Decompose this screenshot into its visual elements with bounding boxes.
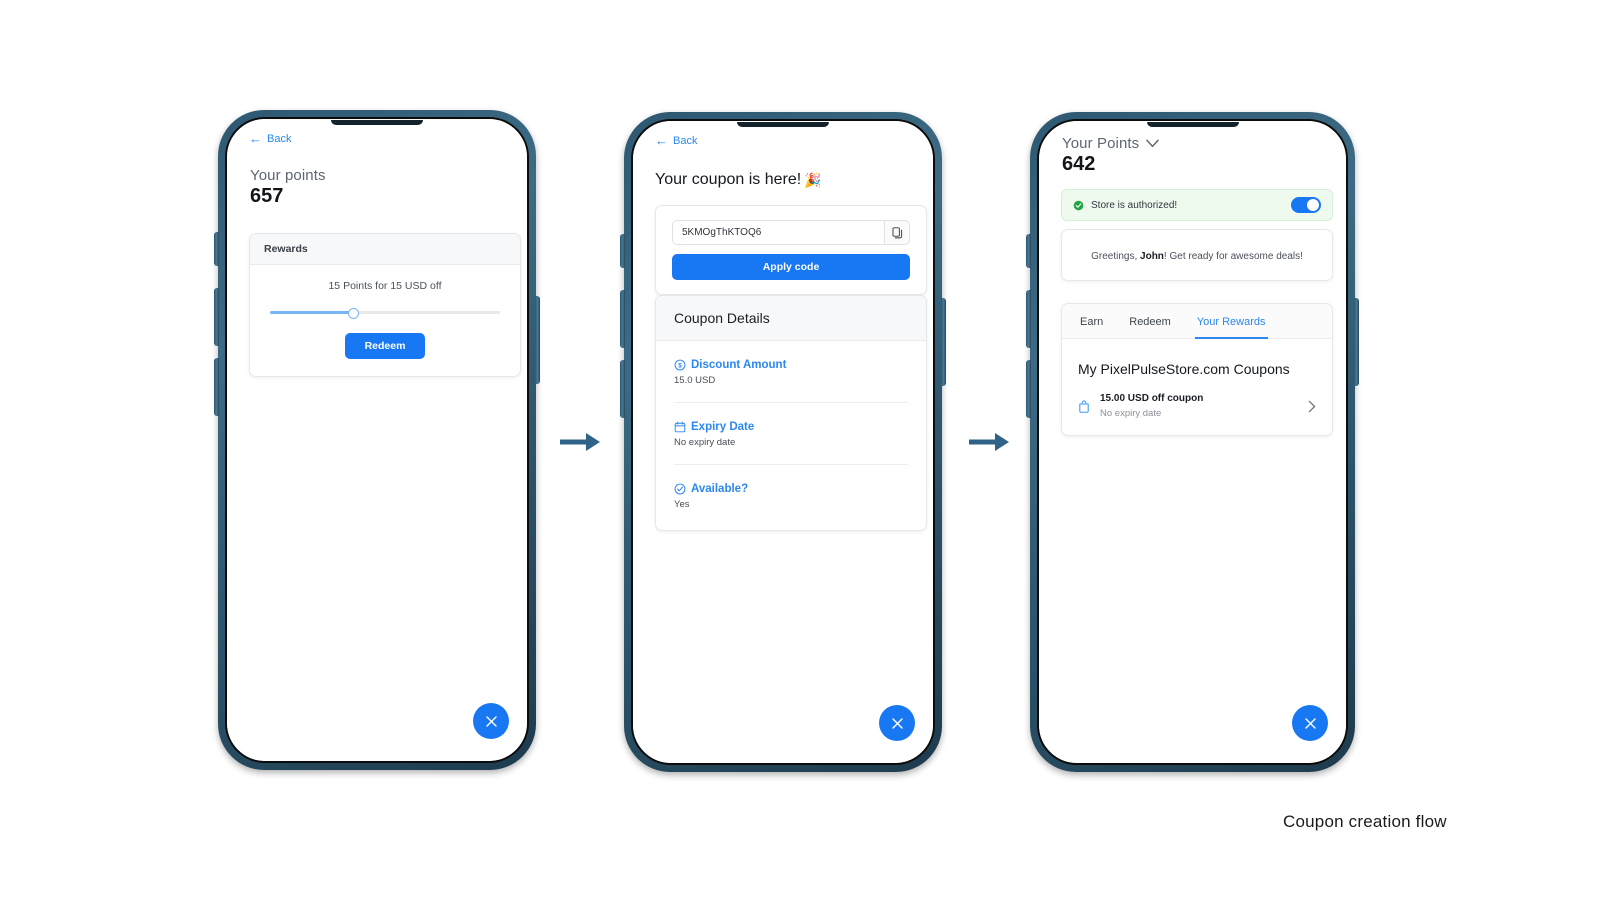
chevron-right-icon: [1308, 400, 1316, 412]
back-button-2[interactable]: ← Back: [655, 134, 697, 147]
slider-fill: [270, 311, 353, 314]
arrow-right-icon: [560, 433, 600, 451]
toggle-knob: [1307, 199, 1319, 211]
arrow-left-icon: ←: [249, 131, 262, 146]
detail-label-expiry: Expiry Date: [674, 421, 908, 433]
svg-text:$: $: [678, 363, 682, 370]
detail-row-available: Available? Yes: [674, 465, 908, 530]
flow-arrow-1: [556, 425, 602, 464]
detail-row-discount: $ Discount Amount 15.0 USD: [674, 341, 908, 402]
shopping-bag-icon: [1079, 399, 1089, 413]
phone-3-screen: Your Points 642 Store is authorized! Gre…: [1039, 121, 1346, 763]
coupon-code-row: [672, 220, 910, 245]
phone-1-volume-up-button[interactable]: [214, 288, 219, 346]
greeting-card: Greetings, John! Get ready for awesome d…: [1061, 229, 1333, 281]
phone-2-screen: ← Back Your coupon is here! 🎉 5KMOgThKTO…: [633, 121, 933, 763]
close-icon: [1304, 717, 1316, 729]
coupon-code-input[interactable]: [672, 220, 884, 245]
phone-1-notch: [331, 120, 423, 125]
detail-row-expiry: Expiry Date No expiry date: [674, 403, 908, 464]
dollar-circle-icon: $: [674, 359, 686, 371]
arrow-right-icon: [969, 433, 1009, 451]
copy-code-button[interactable]: [884, 220, 910, 245]
greeting-prefix: Greetings,: [1091, 251, 1141, 262]
phone-3-silent-switch[interactable]: [1026, 234, 1031, 268]
phone-1-body: ← Back Your points 657 Rewards 15 Points…: [225, 117, 529, 763]
redeem-button[interactable]: Redeem: [344, 333, 426, 359]
phone-3-volume-down-button[interactable]: [1026, 360, 1031, 418]
back-label: Back: [267, 132, 292, 145]
detail-value-discount: 15.0 USD: [674, 375, 716, 386]
detail-value-available: Yes: [674, 499, 690, 510]
phone-2-volume-up-button[interactable]: [620, 290, 625, 348]
close-icon: [485, 715, 497, 727]
close-button-3[interactable]: [1292, 705, 1328, 741]
coupon-headline: Your coupon is here!: [655, 171, 802, 188]
coupon-item-title: 15.00 USD off coupon: [1100, 393, 1204, 404]
rewards-card-header: Rewards: [250, 234, 520, 265]
phone-3-power-button[interactable]: [1354, 298, 1359, 386]
phone-2-body: ← Back Your coupon is here! 🎉 5KMOgThKTO…: [631, 119, 935, 765]
phone-2-volume-down-button[interactable]: [620, 360, 625, 418]
your-points-label: Your points: [250, 167, 326, 184]
copy-icon: [892, 226, 902, 238]
phone-2-notch: [737, 122, 829, 127]
close-button-1[interactable]: [473, 703, 509, 739]
close-button-2[interactable]: [879, 705, 915, 741]
phone-3-body: Your Points 642 Store is authorized! Gre…: [1037, 119, 1348, 765]
coupon-details-header: Coupon Details: [656, 296, 926, 341]
your-points-value: 642: [1062, 153, 1096, 175]
your-points-label: Your Points: [1062, 135, 1140, 152]
coupon-item-subtitle: No expiry date: [1100, 408, 1162, 419]
chevron-down-icon: [1146, 139, 1160, 148]
back-label: Back: [673, 134, 698, 147]
rewards-card: Rewards 15 Points for 15 USD off Redeem: [249, 233, 521, 377]
rewards-tabs: Earn Redeem Your Rewards: [1062, 304, 1332, 339]
check-circle-icon: [674, 483, 686, 495]
phone-1-volume-down-button[interactable]: [214, 358, 219, 416]
phone-2-silent-switch[interactable]: [620, 234, 625, 268]
coupon-list-item[interactable]: 15.00 USD off coupon No expiry date: [1078, 393, 1316, 419]
greeting-name: John: [1140, 251, 1164, 262]
phone-2-power-button[interactable]: [941, 298, 946, 386]
tab-redeem[interactable]: Redeem: [1127, 304, 1173, 338]
party-popper-icon: 🎉: [804, 171, 822, 188]
reward-offer-text: 15 Points for 15 USD off: [328, 280, 442, 292]
detail-label-discount: $ Discount Amount: [674, 359, 908, 371]
calendar-icon: [674, 421, 686, 433]
apply-code-button[interactable]: Apply code: [672, 254, 910, 280]
phone-2-frame: ← Back Your coupon is here! 🎉 5KMOgThKTO…: [620, 112, 946, 772]
phone-1-frame: ← Back Your points 657 Rewards 15 Points…: [214, 110, 540, 770]
check-circle-filled-icon: [1073, 200, 1084, 210]
slider-thumb[interactable]: [348, 308, 360, 319]
store-authorized-banner: Store is authorized!: [1061, 189, 1333, 221]
your-points-dropdown[interactable]: Your Points: [1062, 135, 1160, 152]
phone-3-frame: Your Points 642 Store is authorized! Gre…: [1026, 112, 1359, 772]
flow-arrow-2: [965, 425, 1011, 464]
phone-1-silent-switch[interactable]: [214, 232, 219, 266]
phone-3-volume-up-button[interactable]: [1026, 290, 1031, 348]
arrow-left-icon: ←: [655, 133, 668, 148]
greeting-suffix: ! Get ready for awesome deals!: [1163, 251, 1303, 262]
phone-1-power-button[interactable]: [535, 296, 540, 384]
back-button-1[interactable]: ← Back: [249, 132, 291, 145]
detail-value-expiry: No expiry date: [674, 437, 736, 448]
banner-text: Store is authorized!: [1091, 199, 1178, 211]
your-points-value: 657: [250, 185, 284, 207]
phone-1-screen: ← Back Your points 657 Rewards 15 Points…: [227, 119, 527, 761]
rewards-panel: Earn Redeem Your Rewards My PixelPulseSt…: [1061, 303, 1333, 436]
coupon-details-card: Coupon Details $ Discount Amount 15.0 US…: [655, 295, 927, 531]
store-authorized-toggle[interactable]: [1291, 197, 1321, 213]
detail-label-available: Available?: [674, 483, 908, 495]
flow-caption: Coupon creation flow: [1283, 812, 1447, 831]
points-slider[interactable]: [270, 308, 500, 319]
tab-your-rewards[interactable]: Your Rewards: [1194, 304, 1268, 339]
phone-3-notch: [1146, 122, 1239, 127]
close-icon: [891, 717, 903, 729]
coupon-code-card: Apply code: [655, 205, 927, 295]
coupons-title: My PixelPulseStore.com Coupons: [1078, 361, 1290, 377]
tab-earn[interactable]: Earn: [1078, 304, 1105, 338]
